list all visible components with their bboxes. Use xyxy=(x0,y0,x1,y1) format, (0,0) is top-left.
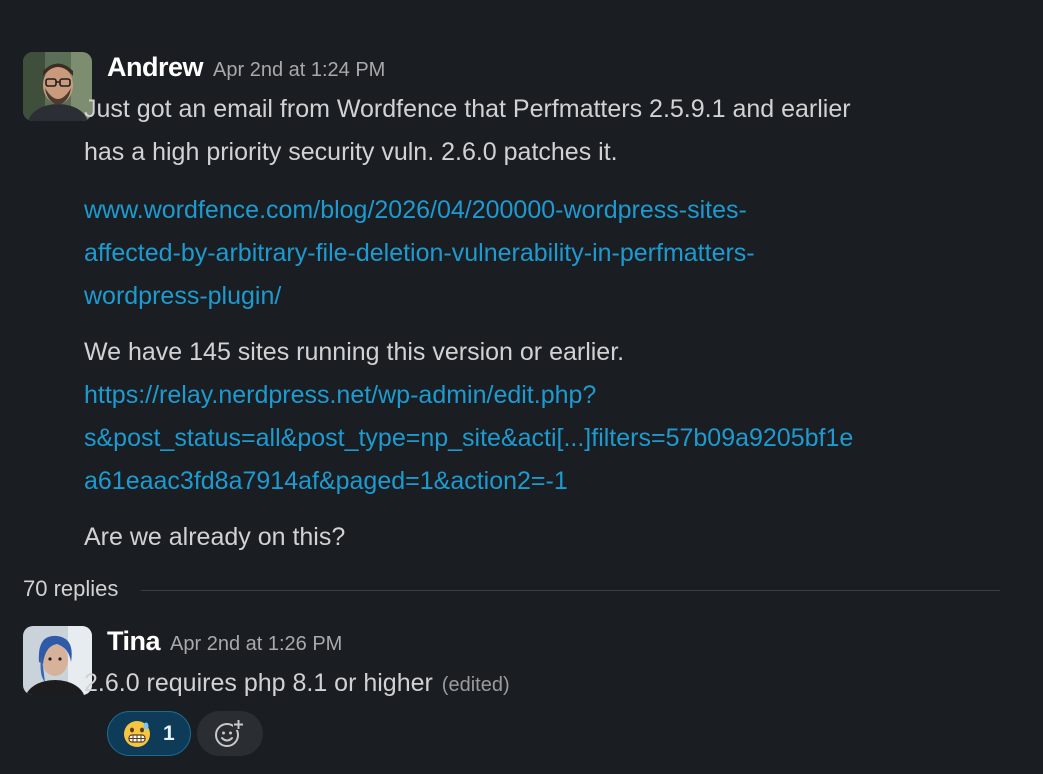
replies-count[interactable]: 70 replies xyxy=(23,576,118,602)
thread-replies-divider[interactable]: 70 replies xyxy=(23,574,1000,608)
link-line[interactable]: affected-by-arbitrary-file-deletion-vuln… xyxy=(84,232,984,275)
relay-link-line[interactable]: a61eaac3fd8a7914af&paged=1&action2=-1 xyxy=(84,460,984,503)
author-name[interactable]: Andrew xyxy=(107,52,204,82)
message-text-line: Just got an email from Wordfence that Pe… xyxy=(84,95,851,123)
message-text-line: We have 145 sites running this version o… xyxy=(84,338,625,366)
add-reaction-icon xyxy=(215,719,244,747)
link-line[interactable]: www.wordfence.com/blog/2026/04/200000-wo… xyxy=(84,189,984,232)
edited-label: (edited) xyxy=(441,674,510,696)
reaction-pill[interactable]: 1 xyxy=(107,711,191,756)
wordfence-link[interactable]: www.wordfence.com/blog/2026/04/200000-wo… xyxy=(84,189,984,318)
relay-link-line[interactable]: https://relay.nerdpress.net/wp-admin/edi… xyxy=(84,374,984,417)
add-reaction-button[interactable] xyxy=(197,711,263,756)
message-body-paragraph: 2.6.0 requires php 8.1 or higher (edited… xyxy=(84,662,984,707)
divider-line xyxy=(141,590,1000,591)
message-body-paragraph: We have 145 sites running this version o… xyxy=(84,331,984,503)
link-line[interactable]: wordpress-plugin/ xyxy=(84,275,984,318)
timestamp[interactable]: Apr 2nd at 1:24 PM xyxy=(213,59,385,81)
grimacing-face-emoji-icon xyxy=(124,721,150,747)
avatar-tina[interactable] xyxy=(23,626,92,695)
message-text-line: has a high priority security vuln. 2.6.0… xyxy=(84,138,618,166)
message-text: 2.6.0 requires php 8.1 or higher xyxy=(84,669,433,697)
author-name[interactable]: Tina xyxy=(107,626,161,656)
reaction-count: 1 xyxy=(163,722,175,745)
avatar-andrew[interactable] xyxy=(23,52,92,121)
message-text-line: Are we already on this? xyxy=(84,523,346,551)
relay-link-line[interactable]: s&post_status=all&post_type=np_site&acti… xyxy=(84,417,984,460)
timestamp[interactable]: Apr 2nd at 1:26 PM xyxy=(170,633,342,655)
message-header: Tina Apr 2nd at 1:26 PM xyxy=(107,626,342,657)
message-pane: Andrew Apr 2nd at 1:24 PM Just got an ema… xyxy=(0,0,1043,774)
message-body-paragraph: Are we already on this? xyxy=(84,516,984,559)
message-header: Andrew Apr 2nd at 1:24 PM xyxy=(107,52,385,83)
message-body-paragraph: Just got an email from Wordfence that Pe… xyxy=(84,88,984,174)
